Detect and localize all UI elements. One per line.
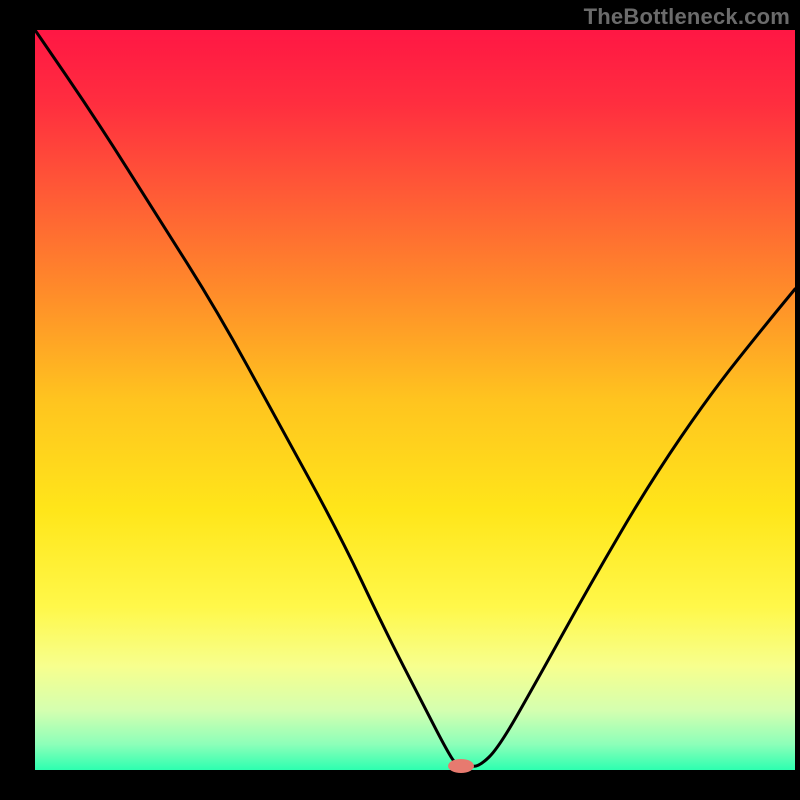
chart-frame: TheBottleneck.com xyxy=(0,0,800,800)
watermark-text: TheBottleneck.com xyxy=(584,4,790,30)
marker-point xyxy=(448,759,474,773)
bottleneck-chart xyxy=(0,0,800,800)
plot-background xyxy=(35,30,795,770)
